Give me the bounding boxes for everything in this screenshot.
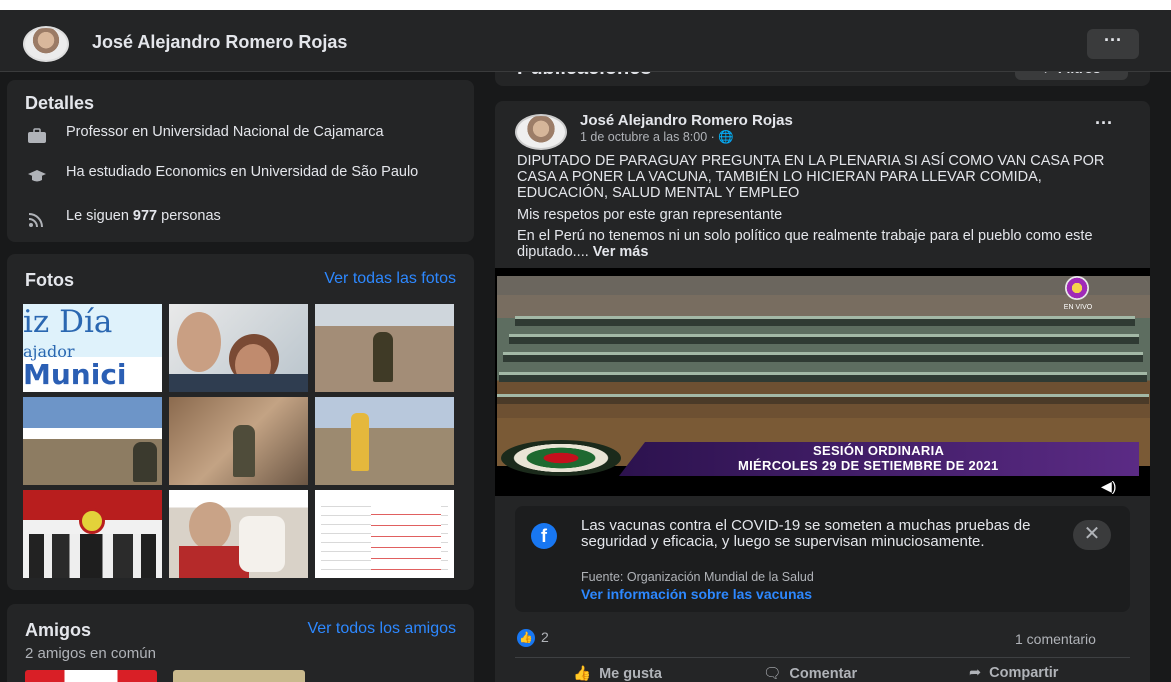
- live-badge: EN VIVO: [1053, 276, 1103, 318]
- photo-thumbnail[interactable]: [169, 490, 308, 578]
- photo-thumbnail[interactable]: [315, 304, 454, 392]
- divider: [515, 657, 1130, 658]
- mutual-friends-count: 2 amigos en común: [25, 645, 156, 662]
- close-icon[interactable]: ✕: [1073, 520, 1111, 550]
- volume-icon[interactable]: ◀): [1101, 478, 1116, 495]
- see-more-link[interactable]: Ver más: [593, 244, 649, 260]
- covid-info-source: Fuente: Organización Mundial de la Salud: [581, 570, 814, 584]
- friend-thumbnail[interactable]: [173, 670, 305, 682]
- post-video[interactable]: EN VIVO SESIÓN ORDINARIA MIÉRCOLES 29 DE…: [495, 268, 1150, 496]
- like-reaction-icon: 👍: [517, 629, 535, 648]
- photo-text: iz Día: [23, 304, 113, 340]
- profile-name[interactable]: José Alejandro Romero Rojas: [92, 32, 347, 53]
- share-icon: ➦: [969, 665, 982, 681]
- see-all-friends-link[interactable]: Ver todos los amigos: [307, 620, 456, 638]
- post-author-avatar[interactable]: [515, 114, 567, 150]
- video-caption-banner: SESIÓN ORDINARIA MIÉRCOLES 29 DE SETIEMB…: [495, 440, 1150, 478]
- like-button[interactable]: 👍 Me gusta: [573, 665, 662, 682]
- comment-icon: 🗨: [763, 666, 782, 682]
- graduation-cap-icon: [25, 168, 49, 186]
- reactions-summary[interactable]: 👍 2: [517, 629, 549, 648]
- post-paragraph-2: Mis respetos por este gran representante: [517, 207, 783, 223]
- thumbs-up-icon: 👍: [573, 666, 592, 682]
- video-caption-date: MIÉRCOLES 29 DE SETIEMBRE DE 2021: [738, 458, 999, 473]
- see-all-photos-link[interactable]: Ver todas las fotos: [324, 270, 456, 288]
- details-card: Detalles Professor en Universidad Nacion…: [7, 80, 474, 242]
- photo-thumbnail[interactable]: [23, 490, 162, 578]
- covid-info-box: f Las vacunas contra el COVID-19 se some…: [515, 506, 1130, 612]
- post-paragraph-1: DIPUTADO DE PARAGUAY PREGUNTA EN LA PLEN…: [517, 153, 1105, 201]
- video-caption-title: SESIÓN ORDINARIA: [813, 443, 945, 458]
- profile-avatar[interactable]: [23, 26, 69, 62]
- post-timestamp[interactable]: 1 de octubre a las 8:00 · 🌐: [580, 130, 734, 145]
- friends-card: Amigos Ver todos los amigos 2 amigos en …: [7, 604, 474, 682]
- live-label: EN VIVO: [1063, 304, 1093, 311]
- detail-followers-text: Le siguen 977 personas: [66, 208, 221, 224]
- post-options-button[interactable]: ···: [1095, 113, 1113, 134]
- photo-thumbnail[interactable]: [169, 304, 308, 392]
- photo-thumbnail[interactable]: [169, 397, 308, 485]
- friend-thumbnail[interactable]: [25, 670, 157, 682]
- rss-icon: [25, 212, 49, 230]
- reactions-count: 2: [541, 629, 549, 645]
- comment-button[interactable]: 🗨 Comentar: [763, 665, 857, 682]
- comments-count[interactable]: 1 comentario: [1015, 631, 1096, 647]
- detail-work-text: Professor en Universidad Nacional de Caj…: [66, 124, 384, 140]
- post-paragraph-3: En el Perú no tenemos ni un solo polític…: [517, 228, 1093, 260]
- more-options-button[interactable]: ···: [1087, 29, 1139, 59]
- photo-thumbnail[interactable]: [23, 397, 162, 485]
- photos-card: Fotos Ver todas las fotos iz Día ajador …: [7, 254, 474, 590]
- vaccine-info-link[interactable]: Ver información sobre las vacunas: [581, 586, 812, 602]
- photos-title: Fotos: [25, 270, 74, 290]
- post-author-name[interactable]: José Alejandro Romero Rojas: [580, 112, 793, 129]
- covid-info-message: Las vacunas contra el COVID-19 se somete…: [581, 517, 1031, 550]
- share-button[interactable]: ➦ Compartir: [969, 665, 1058, 681]
- post-card: José Alejandro Romero Rojas 1 de octubre…: [495, 101, 1150, 682]
- profile-header-bar: José Alejandro Romero Rojas ···: [0, 0, 1171, 72]
- details-title: Detalles: [25, 93, 95, 113]
- photo-thumbnail[interactable]: [315, 397, 454, 485]
- detail-education-text: Ha estudiado Economics en Universidad de…: [66, 164, 419, 180]
- friends-title: Amigos: [25, 620, 92, 640]
- congress-seal: [501, 440, 621, 476]
- photo-thumbnail[interactable]: [315, 490, 454, 578]
- facebook-icon: f: [531, 523, 557, 549]
- briefcase-icon: [25, 128, 49, 146]
- photo-thumbnail[interactable]: iz Día ajador Munici: [23, 304, 162, 392]
- photo-text: Munici: [23, 358, 127, 391]
